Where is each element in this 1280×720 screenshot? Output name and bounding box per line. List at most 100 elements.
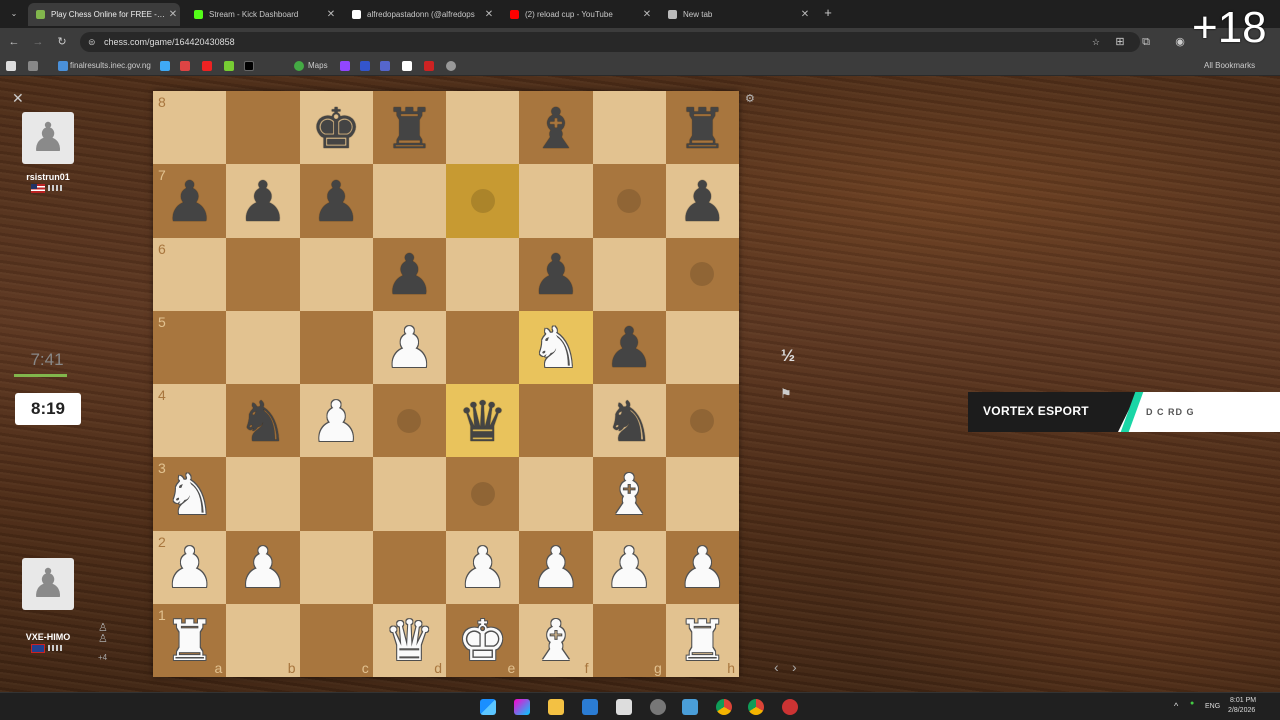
nvidia-icon[interactable]	[224, 61, 234, 71]
bookmark-maps[interactable]: Maps	[308, 60, 328, 72]
start-icon[interactable]	[480, 699, 496, 715]
square-h4[interactable]	[665, 384, 739, 458]
square-e6[interactable]	[446, 237, 520, 311]
square-d4[interactable]	[372, 384, 446, 458]
square-g5[interactable]: ♟	[592, 310, 666, 384]
microphone-icon[interactable]: ●	[1190, 700, 1194, 707]
copilot-icon[interactable]	[514, 699, 530, 715]
square-c8[interactable]: ♚	[299, 91, 373, 165]
tab-close-icon[interactable]: ✕	[166, 9, 180, 20]
square-g7[interactable]	[592, 164, 666, 238]
browser-tab-4[interactable]: (2) reload cup - YouTube ✕	[502, 3, 654, 26]
bookmark-inec[interactable]: finalresults.inec.gov.ng	[70, 60, 151, 72]
youtube-icon[interactable]	[202, 61, 212, 71]
square-f3[interactable]	[519, 457, 593, 531]
terminal-icon[interactable]	[682, 699, 698, 715]
legal-move-dot[interactable]	[617, 188, 642, 213]
square-a8[interactable]: 8	[153, 91, 227, 165]
tray-date[interactable]: 2/8/2026	[1228, 707, 1255, 714]
square-e4[interactable]: ♛	[446, 384, 520, 458]
square-a3[interactable]: ♞ 3	[153, 457, 227, 531]
chessboard[interactable]: 8 ♚ ♜ ♝ ♜ ♟ 7 ♟ ♟ ♟ 6 ♟ ♟ 5 ♟ ♞ ♟ 4 ♞ ♟ ♛ ♞ ♞ 3 ♝ ♟ 2 ♟ ♟ ♟ ♟ ♟ ♜ 1 a b c ♛ d ♚…	[153, 91, 739, 677]
square-g3[interactable]: ♝	[592, 457, 666, 531]
white-pawn[interactable]: ♟	[311, 394, 361, 451]
square-g8[interactable]	[592, 91, 666, 165]
square-b8[interactable]	[226, 91, 300, 165]
square-c7[interactable]: ♟	[299, 164, 373, 238]
resign-flag-icon[interactable]: ⚑	[780, 386, 792, 402]
site-info-icon[interactable]: ⊜	[88, 32, 96, 52]
square-f8[interactable]: ♝	[519, 91, 593, 165]
square-d6[interactable]: ♟	[372, 237, 446, 311]
square-c4[interactable]: ♟	[299, 384, 373, 458]
white-pawn[interactable]: ♟	[604, 541, 654, 597]
square-a2[interactable]: ♟ 2	[153, 530, 227, 604]
legal-move-dot[interactable]	[690, 408, 715, 433]
square-f2[interactable]: ♟	[519, 530, 593, 604]
chrome-taskbar-icon[interactable]	[716, 699, 732, 715]
black-pawn[interactable]: ♟	[604, 321, 654, 377]
white-rook[interactable]: ♜	[677, 614, 727, 670]
square-a5[interactable]: 5	[153, 310, 227, 384]
previous-move-icon[interactable]: ‹	[774, 659, 779, 675]
square-c5[interactable]	[299, 310, 373, 384]
apps-icon[interactable]	[6, 61, 16, 71]
square-c3[interactable]	[299, 457, 373, 531]
white-pawn[interactable]: ♟	[677, 541, 727, 597]
white-pawn[interactable]: ♟	[238, 541, 288, 597]
tray-chevron-icon[interactable]: ^	[1174, 701, 1178, 711]
square-h1[interactable]: ♜ h	[665, 603, 739, 677]
black-pawn[interactable]: ♟	[677, 174, 727, 231]
draw-offer-button[interactable]: ½	[776, 346, 800, 370]
square-b7[interactable]: ♟	[226, 164, 300, 238]
square-c1[interactable]: c	[299, 603, 373, 677]
legal-move-dot[interactable]	[397, 408, 422, 433]
profile-icon[interactable]: ◉	[1172, 34, 1188, 50]
white-knight[interactable]: ♞	[165, 467, 215, 524]
legal-move-dot[interactable]	[470, 188, 495, 213]
square-a4[interactable]: 4	[153, 384, 227, 458]
square-e1[interactable]: ♚ e	[446, 603, 520, 677]
reload-icon[interactable]: ↻	[54, 34, 70, 50]
notepad-icon[interactable]	[616, 699, 632, 715]
tray-time[interactable]: 8:01 PM	[1230, 697, 1256, 704]
square-b3[interactable]	[226, 457, 300, 531]
black-pawn[interactable]: ♟	[531, 248, 581, 304]
pdf-icon[interactable]	[424, 61, 434, 71]
square-e2[interactable]: ♟	[446, 530, 520, 604]
square-a1[interactable]: ♜ 1 a	[153, 603, 227, 677]
square-f7[interactable]	[519, 164, 593, 238]
browser-tab-3[interactable]: alfredopastadonn (@alfredops ✕	[344, 3, 496, 26]
chrome-taskbar-icon-2[interactable]	[748, 699, 764, 715]
square-f4[interactable]	[519, 384, 593, 458]
black-pawn[interactable]: ♟	[165, 174, 215, 231]
black-king[interactable]: ♚	[311, 101, 361, 158]
square-d5[interactable]: ♟	[372, 310, 446, 384]
square-f5[interactable]: ♞	[519, 310, 593, 384]
white-bishop[interactable]: ♝	[604, 467, 654, 524]
maps-icon[interactable]	[294, 61, 304, 71]
bookmark-icon-3[interactable]	[380, 61, 390, 71]
legal-move-dot[interactable]	[690, 262, 715, 287]
settings-app-icon[interactable]	[650, 699, 666, 715]
obs-icon[interactable]	[782, 699, 798, 715]
bookmark-icon-4[interactable]	[402, 61, 412, 71]
tab-close-icon[interactable]: ✕	[640, 9, 654, 20]
square-b5[interactable]	[226, 310, 300, 384]
square-c2[interactable]	[299, 530, 373, 604]
square-h8[interactable]: ♜	[665, 91, 739, 165]
bottom-player-name[interactable]: VXE-HIMO	[8, 632, 88, 642]
square-f1[interactable]: ♝ f	[519, 603, 593, 677]
tab-close-icon[interactable]: ✕	[482, 9, 496, 20]
square-d8[interactable]: ♜	[372, 91, 446, 165]
square-a6[interactable]: 6	[153, 237, 227, 311]
square-g1[interactable]: g	[592, 603, 666, 677]
top-player-avatar[interactable]: ♟	[22, 112, 74, 164]
puzzle-icon[interactable]: ⧉	[1138, 34, 1154, 50]
forward-icon[interactable]: →	[30, 34, 46, 50]
white-rook[interactable]: ♜	[165, 614, 215, 670]
back-icon[interactable]: ←	[6, 34, 22, 50]
tab-search-icon[interactable]: ⌄	[6, 6, 22, 22]
square-f6[interactable]: ♟	[519, 237, 593, 311]
gmail-icon[interactable]	[180, 61, 190, 71]
